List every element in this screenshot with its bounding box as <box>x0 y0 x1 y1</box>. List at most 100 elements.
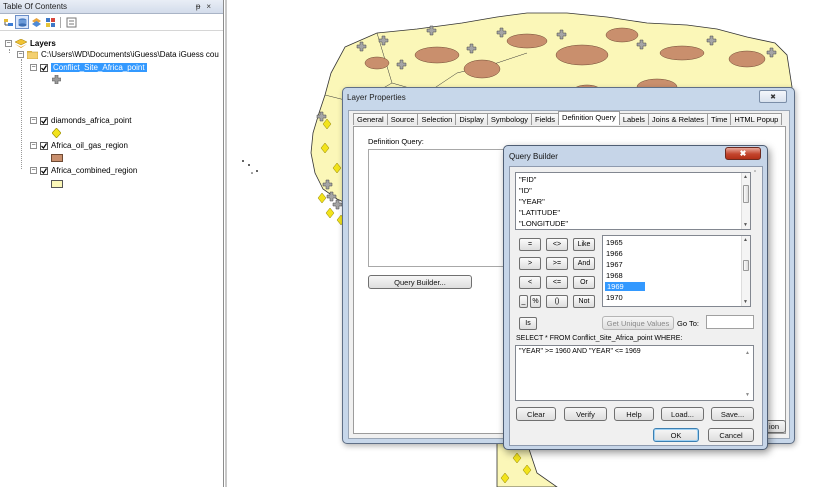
cancel-button[interactable]: Cancel <box>708 428 754 442</box>
tab-symbology[interactable]: Symbology <box>486 113 533 125</box>
query-expression-textarea[interactable]: "YEAR" >= 1960 AND "YEAR" <= 1969 ▲ ▼ <box>515 345 754 401</box>
layer-visibility-checkbox[interactable] <box>40 166 48 175</box>
tree-line <box>9 49 10 53</box>
scroll-down-icon[interactable]: ▼ <box>743 222 748 228</box>
tab-joins-relates[interactable]: Joins & Relates <box>647 113 709 125</box>
list-item[interactable]: "YEAR" <box>519 197 545 206</box>
tree-node-folder[interactable]: − C:\Users\WD\Documents\iGuess\Data iGue… <box>17 50 219 59</box>
list-item[interactable]: "FID" <box>519 175 536 184</box>
verify-button[interactable]: Verify <box>564 407 607 421</box>
list-item[interactable]: 1967 <box>606 260 623 269</box>
list-item[interactable]: 1965 <box>606 238 623 247</box>
tab-source[interactable]: Source <box>386 113 419 125</box>
layer-name[interactable]: diamonds_africa_point <box>51 116 132 125</box>
dialog-title: Query Builder <box>509 152 558 161</box>
collapse-icon[interactable]: − <box>30 117 37 124</box>
scroll-thumb[interactable] <box>743 260 749 271</box>
list-by-drawing-order-icon[interactable] <box>2 16 14 28</box>
unique-values-list[interactable]: 1965 1966 1967 1968 1969 1970 ▲ ▼ <box>602 235 751 307</box>
get-unique-values-button[interactable]: Get Unique Values <box>602 316 674 330</box>
list-item[interactable]: "LONGITUDE" <box>519 219 568 228</box>
scroll-down-icon[interactable]: ▼ <box>745 392 750 398</box>
tree-node-layers[interactable]: − Layers <box>5 39 56 48</box>
collapse-icon[interactable]: − <box>5 40 12 47</box>
operator-like-button[interactable]: Like <box>573 238 595 251</box>
table-of-contents-panel: Table Of Contents ᵽ× − Layers − C:\Users… <box>0 0 224 487</box>
tab-html-popup[interactable]: HTML Popup <box>730 113 783 125</box>
collapse-icon[interactable]: − <box>17 51 24 58</box>
goto-input[interactable] <box>706 315 754 329</box>
layer-visibility-checkbox[interactable] <box>40 141 48 150</box>
operator-less-button[interactable]: < <box>519 276 541 289</box>
clear-button[interactable]: Clear <box>516 407 556 421</box>
values-scrollbar[interactable]: ▲ ▼ <box>741 236 750 306</box>
collapse-icon[interactable]: − <box>30 142 37 149</box>
fields-list[interactable]: "FID" "ID" "YEAR" "LATITUDE" "LONGITUDE"… <box>515 172 751 230</box>
list-by-visibility-icon[interactable] <box>30 16 42 28</box>
tab-strip: General Source Selection Display Symbolo… <box>353 111 783 125</box>
tab-labels[interactable]: Labels <box>618 113 649 125</box>
operator-greater-equal-button[interactable]: >= <box>546 257 568 270</box>
combined-region-fill-symbol-icon <box>51 180 63 188</box>
ok-button[interactable]: OK <box>653 428 699 442</box>
query-builder-button[interactable]: Query Builder... <box>368 275 472 289</box>
list-item[interactable]: "ID" <box>519 186 532 195</box>
close-button[interactable]: ✖ <box>725 147 761 160</box>
layer-name[interactable]: Africa_oil_gas_region <box>51 141 128 150</box>
fields-scrollbar[interactable]: ▲ ▼ <box>741 173 750 229</box>
tab-selection[interactable]: Selection <box>417 113 457 125</box>
scroll-thumb[interactable] <box>743 185 749 203</box>
pin-icon[interactable]: ᵽ <box>196 2 206 11</box>
tree-node-layer-conflict[interactable]: − Conflict_Site_Africa_point <box>30 63 147 72</box>
operator-less-equal-button[interactable]: <= <box>546 276 568 289</box>
operator-percent-button[interactable]: % <box>530 295 541 308</box>
scroll-up-icon[interactable]: ▲ <box>743 237 748 243</box>
scroll-up-icon[interactable]: ▲ <box>745 350 750 356</box>
layer-name[interactable]: Conflict_Site_Africa_point <box>51 63 147 72</box>
checkmark-icon <box>41 167 47 174</box>
tab-general[interactable]: General <box>353 113 388 125</box>
load-button[interactable]: Load... <box>661 407 704 421</box>
list-by-source-icon[interactable] <box>15 15 29 29</box>
operator-and-button[interactable]: And <box>573 257 595 270</box>
layer-visibility-checkbox[interactable] <box>40 116 48 125</box>
tree-node-layer-combined[interactable]: − Africa_combined_region <box>30 166 137 175</box>
tab-time[interactable]: Time <box>707 113 732 125</box>
tree-line <box>21 59 22 169</box>
close-icon[interactable]: × <box>206 2 217 11</box>
tree-node-layer-diamonds[interactable]: − diamonds_africa_point <box>30 116 132 125</box>
tab-definition-query[interactable]: Definition Query <box>558 111 620 125</box>
operator-or-button[interactable]: Or <box>573 276 595 289</box>
close-button[interactable]: ✖ <box>759 90 787 103</box>
tab-fields[interactable]: Fields <box>531 113 560 125</box>
definition-query-textarea[interactable] <box>368 149 518 267</box>
collapse-icon[interactable]: − <box>30 64 37 71</box>
operator-not-button[interactable]: Not <box>573 295 595 308</box>
operator-greater-button[interactable]: > <box>519 257 541 270</box>
help-button[interactable]: Help <box>614 407 654 421</box>
operator-parentheses-button[interactable]: () <box>546 295 568 308</box>
list-item[interactable]: 1969 <box>605 282 645 291</box>
options-icon[interactable] <box>65 16 77 28</box>
list-by-selection-icon[interactable] <box>44 16 56 28</box>
scroll-up-icon[interactable]: ▲ <box>743 174 748 180</box>
collapse-icon[interactable]: − <box>30 167 37 174</box>
resize-grip-icon: ° <box>754 170 756 176</box>
layer-visibility-checkbox[interactable] <box>40 63 48 72</box>
list-item[interactable]: 1966 <box>606 249 623 258</box>
operator-underscore-button[interactable]: _ <box>519 295 528 308</box>
operator-not-equal-button[interactable]: <> <box>546 238 568 251</box>
layers-icon <box>15 39 27 48</box>
list-item[interactable]: "LATITUDE" <box>519 208 560 217</box>
layer-name[interactable]: Africa_combined_region <box>51 166 137 175</box>
operator-is-button[interactable]: Is <box>519 317 537 330</box>
toc-toolbar <box>0 14 223 31</box>
tree-node-layer-oil-gas[interactable]: − Africa_oil_gas_region <box>30 141 128 150</box>
save-button[interactable]: Save... <box>711 407 754 421</box>
list-item[interactable]: 1968 <box>606 271 623 280</box>
scroll-down-icon[interactable]: ▼ <box>743 299 748 305</box>
tab-display[interactable]: Display <box>455 113 488 125</box>
operator-equals-button[interactable]: = <box>519 238 541 251</box>
query-builder-dialog: Query Builder ✖ "FID" "ID" "YEAR" "LATIT… <box>503 145 768 450</box>
list-item[interactable]: 1970 <box>606 293 623 302</box>
